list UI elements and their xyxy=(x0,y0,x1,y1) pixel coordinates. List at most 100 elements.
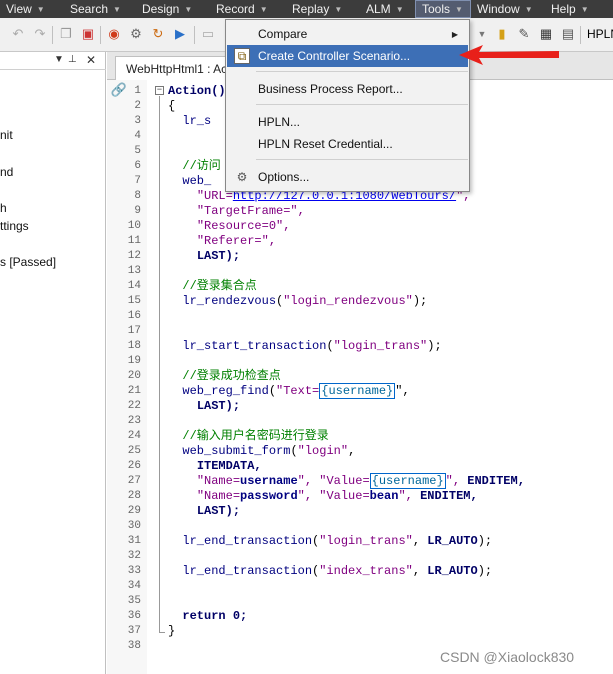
chevron-down-icon[interactable]: ▼ xyxy=(474,26,490,42)
menu-search[interactable]: Search ▼ xyxy=(64,0,136,18)
code-line[interactable]: 17 xyxy=(107,324,613,339)
code-line[interactable]: 22 LAST); xyxy=(107,399,613,414)
code-line[interactable]: 27 "Name=username", "Value= {username} ", … xyxy=(107,473,613,489)
code-line[interactable]: 14 //登录集合点 xyxy=(107,279,613,294)
code-line[interactable]: 15 lr_rendezvous("login_rendezvous"); xyxy=(107,294,613,309)
code-token: bean xyxy=(369,489,399,503)
code-text: lr_rendezvous("login_rendezvous"); xyxy=(182,294,428,308)
code-text: web_ xyxy=(168,174,211,189)
code-line[interactable]: 11 "Referer=", xyxy=(107,234,613,249)
menu-bar: View ▼ Search ▼ Design ▼ Record ▼ Replay ▼ AL… xyxy=(0,0,613,18)
menu-record[interactable]: Record ▼ xyxy=(210,0,286,18)
bookmark-icon[interactable]: ▮ xyxy=(494,26,510,42)
grid-icon[interactable]: ▦ xyxy=(538,26,554,42)
code-line[interactable]: 13 xyxy=(107,264,613,279)
code-token: { xyxy=(168,99,176,113)
menu-tools[interactable]: Tools ▼ xyxy=(415,0,471,18)
red-arrow-icon xyxy=(459,45,559,65)
code-line[interactable]: 24 //输入用户名密码进行登录 xyxy=(107,429,613,444)
menu-item-hpln[interactable]: HPLN... xyxy=(227,111,468,133)
close-icon[interactable]: ✕ xyxy=(86,53,96,67)
code-line[interactable]: 29 LAST); xyxy=(107,504,613,519)
layout-icon[interactable]: ▤ xyxy=(560,26,576,42)
code-line[interactable]: 33 lr_end_transaction("index_trans", LR_… xyxy=(107,564,613,579)
code-line[interactable]: 9 "TargetFrame=", xyxy=(107,204,613,219)
code-line[interactable]: 31 lr_end_transaction("login_trans", LR_… xyxy=(107,534,613,549)
redo-icon[interactable]: ↷ xyxy=(32,26,48,42)
code-text: return 0; xyxy=(168,609,247,624)
tree-item[interactable]: nd xyxy=(0,165,13,179)
code-token: Action() xyxy=(168,84,226,98)
code-line[interactable]: 18 lr_start_transaction("login_trans"); xyxy=(107,339,613,354)
code-token: "Name= xyxy=(196,474,241,488)
gear-icon[interactable]: ⚙ xyxy=(128,26,144,42)
code-text: "Resource=0", xyxy=(168,219,291,234)
code-line[interactable]: 32 xyxy=(107,549,613,564)
code-token: LR_AUTO xyxy=(427,564,478,578)
line-number: 35 xyxy=(127,595,141,607)
code-line[interactable]: 10 "Resource=0", xyxy=(107,219,613,234)
menu-view[interactable]: View ▼ xyxy=(0,0,64,18)
code-line[interactable]: 19 xyxy=(107,354,613,369)
menu-item-create-controller-scenario[interactable]: ⧉ Create Controller Scenario... xyxy=(227,45,468,67)
code-line[interactable]: 37} xyxy=(107,624,613,639)
menu-item-label: HPLN Reset Credential... xyxy=(258,137,393,151)
menu-replay[interactable]: Replay ▼ xyxy=(286,0,360,18)
code-text: //输入用户名密码进行登录 xyxy=(168,429,328,444)
run-icon[interactable]: ▶ xyxy=(172,26,188,42)
code-line[interactable]: 26 ITEMDATA, xyxy=(107,459,613,474)
line-number: 8 xyxy=(134,190,141,202)
record-icon[interactable]: ◉ xyxy=(106,26,122,42)
code-line[interactable]: 28 "Name=password", "Value=bean", ENDITE… xyxy=(107,489,613,504)
code-line[interactable]: 36 return 0; xyxy=(107,609,613,624)
line-number: 32 xyxy=(127,550,141,562)
code-token: lr_rendezvous xyxy=(182,294,277,308)
pencil-icon[interactable]: ✎ xyxy=(516,26,532,42)
code-line[interactable]: 35 xyxy=(107,594,613,609)
menu-alm[interactable]: ALM ▼ xyxy=(360,0,415,18)
code-token: lr_end_transaction xyxy=(182,534,313,548)
code-line[interactable]: 25 web_submit_form("login", xyxy=(107,444,613,459)
code-line[interactable]: 21 web_reg_find("Text= {username} ", xyxy=(107,383,613,399)
code-line[interactable]: 23 xyxy=(107,414,613,429)
replay-loop-icon[interactable]: ↻ xyxy=(150,26,166,42)
line-number: 38 xyxy=(127,640,141,652)
tree-item[interactable]: h xyxy=(0,201,7,215)
menu-item-compare[interactable]: Compare ▶ xyxy=(227,23,468,45)
code-token: return 0; xyxy=(182,609,248,623)
menu-help[interactable]: Help ▼ xyxy=(545,0,603,18)
code-line[interactable]: 34 xyxy=(107,579,613,594)
step-icon[interactable]: ▭ xyxy=(200,26,216,42)
code-line[interactable]: 30 xyxy=(107,519,613,534)
line-number: 24 xyxy=(127,430,141,442)
menu-item-options[interactable]: ⚙ Options... xyxy=(227,166,468,188)
code-token: //访问 xyxy=(182,159,221,173)
undo-icon[interactable]: ↶ xyxy=(10,26,26,42)
copy-icon[interactable]: ❐ xyxy=(58,26,74,42)
line-number: 7 xyxy=(134,175,141,187)
menu-label: Window xyxy=(477,2,520,16)
tree-item[interactable]: s [Passed] xyxy=(0,255,56,269)
line-number: 15 xyxy=(127,295,141,307)
line-number: 1 xyxy=(134,85,141,97)
hpln-label[interactable]: HPLN xyxy=(587,27,613,41)
compile-icon[interactable]: ▣ xyxy=(80,26,96,42)
code-line[interactable]: 16 xyxy=(107,309,613,324)
code-token: } xyxy=(168,624,176,638)
menu-window[interactable]: Window ▼ xyxy=(471,0,545,18)
code-line[interactable]: 12 LAST); xyxy=(107,249,613,264)
pane-menu-icon[interactable]: ▼ xyxy=(54,54,64,65)
tree-item[interactable]: ttings xyxy=(0,219,29,233)
line-number: 18 xyxy=(127,340,141,352)
tree-item[interactable]: nit xyxy=(0,128,13,142)
menu-item-hpln-reset-credential[interactable]: HPLN Reset Credential... xyxy=(227,133,468,155)
chevron-down-icon: ▼ xyxy=(259,4,268,14)
pin-icon[interactable]: ⊥ xyxy=(68,54,77,65)
line-number: 2 xyxy=(134,100,141,112)
menu-separator xyxy=(256,159,468,160)
menu-design[interactable]: Design ▼ xyxy=(136,0,210,18)
chevron-down-icon: ▼ xyxy=(395,4,404,14)
code-line[interactable]: 20 //登录成功检查点 xyxy=(107,369,613,384)
watermark: CSDN @Xiaolock830 xyxy=(440,649,575,665)
menu-item-business-process-report[interactable]: Business Process Report... xyxy=(227,78,468,100)
